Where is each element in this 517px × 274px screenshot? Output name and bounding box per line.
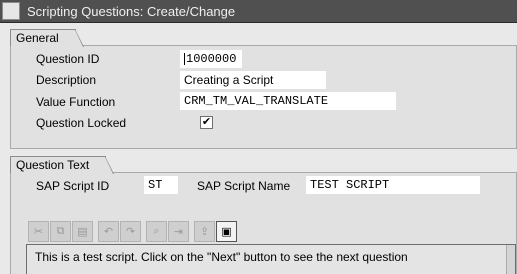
window-title: Scripting Questions: Create/Change [27,3,236,19]
question-text-tab-label: Question Text [16,158,90,172]
description-label: Description [36,73,97,87]
paste-icon[interactable]: ▤ [72,221,93,242]
copy-icon[interactable]: ⧉ [50,221,71,242]
find-next-icon[interactable]: ⇥ [168,221,189,242]
sap-script-id-field[interactable]: ST [144,176,178,194]
question-id-field[interactable]: 1000000 [180,50,242,68]
text-cursor [184,52,185,65]
question-text-editor[interactable]: This is a test script. Click on the "Nex… [26,244,516,274]
general-tab: General [10,29,84,47]
description-field[interactable]: Creating a Script [180,71,326,89]
sap-script-id-label: SAP Script ID [36,179,110,193]
general-tab-label: General [16,31,59,45]
question-id-value: 1000000 [186,52,237,66]
question-locked-checkbox[interactable]: ✔ [200,116,213,129]
system-menu-icon[interactable] [2,2,20,20]
sap-script-name-field[interactable]: TEST SCRIPT [306,176,480,194]
question-locked-label: Question Locked [36,116,127,130]
cut-icon[interactable]: ✂ [28,221,49,242]
value-function-field[interactable]: CRM_TM_VAL_TRANSLATE [180,92,396,110]
question-text-tab: Question Text [10,156,115,174]
value-function-label: Value Function [36,95,116,109]
save-local-file-icon[interactable]: ▣ [216,221,237,242]
load-local-file-icon[interactable]: ⇪ [194,221,215,242]
undo-icon[interactable]: ↶ [98,221,119,242]
window-titlebar: Scripting Questions: Create/Change [0,0,517,23]
question-id-label: Question ID [36,52,100,66]
redo-icon[interactable]: ↷ [120,221,141,242]
editor-toolbar: ✂ ⧉ ▤ ↶ ↷ ⌕ ⇥ ⇪ ▣ [28,221,238,242]
question-text-content: This is a test script. Click on the "Nex… [35,250,408,264]
find-icon[interactable]: ⌕ [146,221,167,242]
sap-script-name-label: SAP Script Name [197,179,291,193]
